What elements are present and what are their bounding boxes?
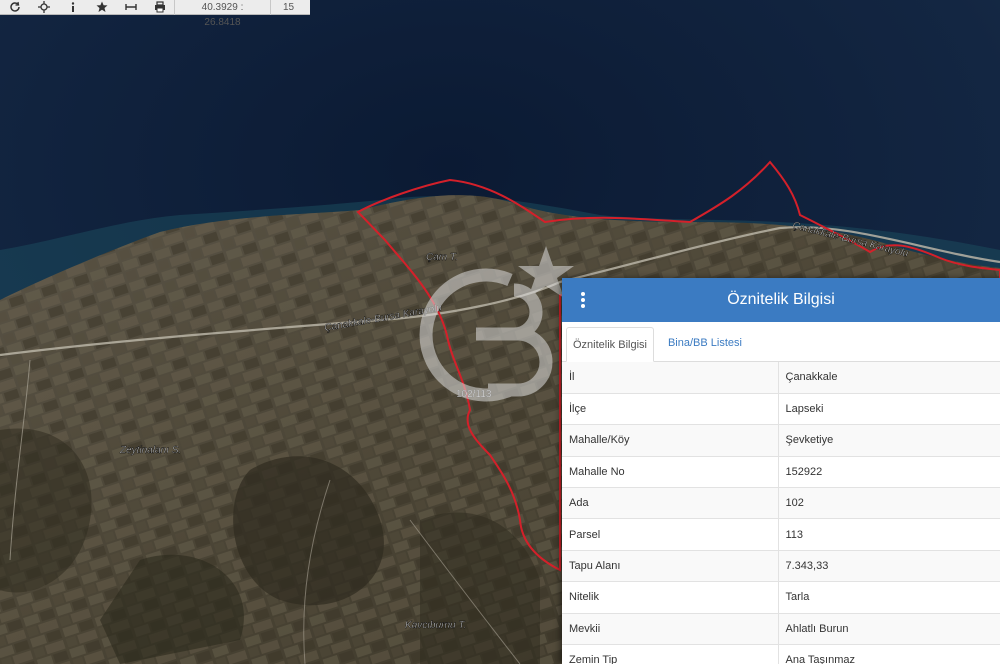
coordinates-readout: 40.3929 : 26.8418 (174, 0, 270, 28)
move-icon[interactable] (29, 0, 58, 15)
row-key: Mevkii (562, 613, 779, 646)
table-row: Mahalle/Köy Şevketiye (562, 424, 1000, 457)
attribute-panel: Öznitelik Bilgisi Öznitelik Bilgisi Bina… (562, 278, 1000, 664)
table-row: Zemin Tip Ana Taşınmaz (562, 644, 1000, 664)
table-row: Ada 102 (562, 487, 1000, 520)
row-key: İl (562, 362, 779, 394)
row-value: 102 (778, 487, 1000, 520)
row-key: Ada (562, 487, 779, 520)
measure-icon[interactable] (116, 0, 145, 15)
panel-header: Öznitelik Bilgisi (562, 278, 1000, 322)
row-value: Tarla (778, 581, 1000, 614)
row-value: 113 (778, 518, 1000, 551)
row-key: Mahalle No (562, 456, 779, 489)
table-row: Tapu Alanı 7.343,33 (562, 550, 1000, 583)
attribute-table: İl Çanakkale İlçe Lapseki Mahalle/Köy Şevke… (562, 362, 1000, 664)
map-label-zeytinalani: Zeytinalanı S. (119, 445, 181, 456)
row-value: Lapseki (778, 393, 1000, 426)
row-value: 152922 (778, 456, 1000, 489)
table-row: Nitelik Tarla (562, 581, 1000, 614)
info-icon[interactable] (58, 0, 87, 15)
map-toolbar: 40.3929 : 26.8418 15 (0, 0, 310, 28)
map-label-kavciburnu: Kavcıburnu T. (405, 620, 466, 631)
row-value: Ahlatlı Burun (778, 613, 1000, 646)
panel-tabs: Öznitelik Bilgisi Bina/BB Listesi (562, 322, 1000, 362)
refresh-icon[interactable] (0, 0, 29, 15)
panel-title: Öznitelik Bilgisi (727, 291, 835, 308)
row-key: Tapu Alanı (562, 550, 779, 583)
row-key: Nitelik (562, 581, 779, 614)
table-row: Parsel 113 (562, 518, 1000, 551)
row-key: Parsel (562, 518, 779, 551)
row-value: Ana Taşınmaz (778, 644, 1000, 664)
zoom-level: 15 (270, 0, 310, 15)
table-row: Mevkii Ahlatlı Burun (562, 613, 1000, 646)
row-value: 7.343,33 (778, 550, 1000, 583)
row-value: Çanakkale (778, 362, 1000, 394)
table-row: Mahalle No 152922 (562, 456, 1000, 489)
row-key: İlçe (562, 393, 779, 426)
table-row: İl Çanakkale (562, 362, 1000, 394)
row-key: Zemin Tip (562, 644, 779, 664)
star-icon[interactable] (87, 0, 116, 15)
table-row: İlçe Lapseki (562, 393, 1000, 426)
row-key: Mahalle/Köy (562, 424, 779, 457)
row-value: Şevketiye (778, 424, 1000, 457)
tab-attribute-info[interactable]: Öznitelik Bilgisi (566, 327, 654, 362)
more-vertical-icon[interactable] (578, 291, 588, 309)
tab-building-list[interactable]: Bina/BB Listesi (662, 326, 748, 361)
print-icon[interactable] (145, 0, 174, 15)
